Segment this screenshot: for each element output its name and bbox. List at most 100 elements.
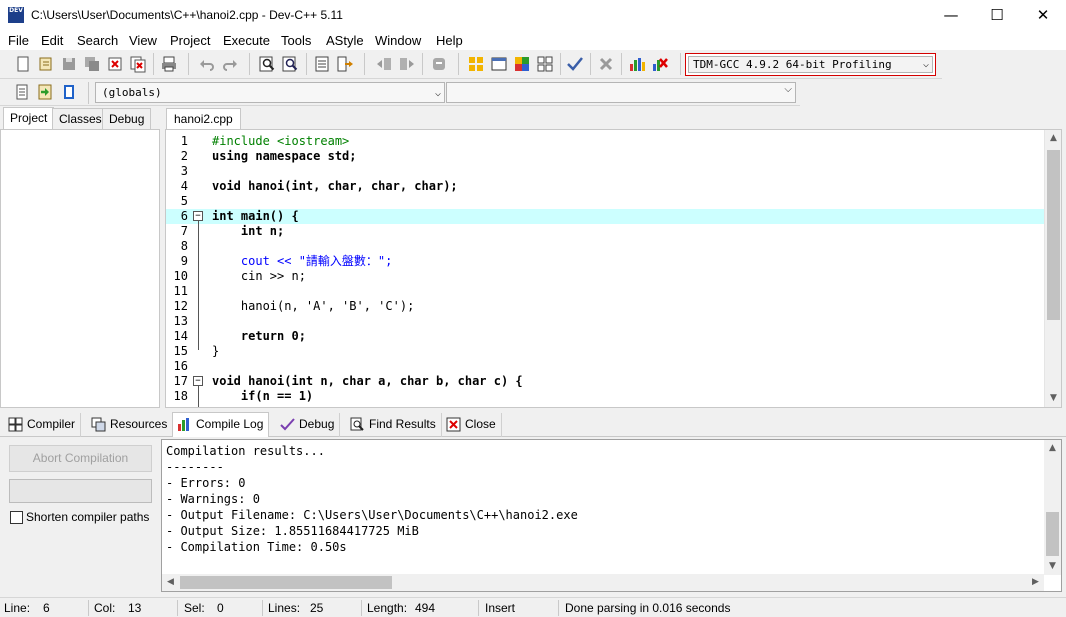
compile-log-output[interactable]: Compilation results... -------- - Errors… xyxy=(161,439,1062,592)
compile-icon[interactable] xyxy=(467,55,485,73)
menu-help[interactable]: Help xyxy=(436,33,463,48)
close-file-icon[interactable] xyxy=(106,55,124,73)
menu-project[interactable]: Project xyxy=(170,33,210,48)
scrollbar-thumb[interactable] xyxy=(1047,150,1060,320)
chevron-down-icon[interactable]: ⌵ xyxy=(784,84,792,95)
line-number: 1 xyxy=(180,134,188,148)
syntax-check-icon[interactable] xyxy=(566,55,584,73)
scope-select-value: (globals) xyxy=(102,86,162,99)
unindent-icon[interactable] xyxy=(398,55,416,73)
indent-icon[interactable] xyxy=(375,55,393,73)
current-code-line[interactable]: 6− int main() { xyxy=(166,209,1046,224)
save-icon[interactable] xyxy=(60,55,78,73)
devcpp-app-icon[interactable]: DEV xyxy=(8,7,24,23)
code-line[interactable]: 11 xyxy=(166,284,1046,299)
tab-classes[interactable]: Classes xyxy=(52,108,109,130)
tab-find-results[interactable]: Find Results xyxy=(346,413,442,437)
code-line[interactable]: 1 #include <iostream> xyxy=(166,134,1046,149)
goto-function-icon[interactable] xyxy=(336,55,354,73)
toolbar-separator xyxy=(590,53,591,75)
tab-compile-log[interactable]: Compile Log xyxy=(172,412,270,437)
goto-bookmark-icon[interactable] xyxy=(60,83,78,101)
toggle-bookmark-icon[interactable] xyxy=(36,83,54,101)
fold-toggle-icon[interactable]: − xyxy=(193,376,203,386)
shorten-compiler-paths-label[interactable]: Shorten compiler paths xyxy=(26,510,149,524)
code-line[interactable]: 13 xyxy=(166,314,1046,329)
close-all-icon[interactable] xyxy=(129,55,147,73)
code-line[interactable]: 14 return 0; xyxy=(166,329,1046,344)
stop-execution-icon[interactable] xyxy=(597,55,615,73)
tab-project[interactable]: Project xyxy=(3,107,55,130)
scroll-down-icon[interactable]: ▼ xyxy=(1045,390,1061,407)
menu-astyle[interactable]: AStyle xyxy=(326,33,364,48)
tab-hanoi2-cpp[interactable]: hanoi2.cpp xyxy=(166,108,241,130)
shorten-compiler-paths-checkbox[interactable] xyxy=(10,511,23,524)
scroll-left-icon[interactable]: ◀ xyxy=(162,574,179,591)
project-browser[interactable] xyxy=(0,129,160,408)
menu-view[interactable]: View xyxy=(129,33,157,48)
scroll-up-icon[interactable]: ▲ xyxy=(1044,440,1061,457)
chevron-down-icon[interactable]: ⌵ xyxy=(435,84,441,103)
code-line[interactable]: 9 cout << "請輸入盤數："; xyxy=(166,254,1046,269)
compiler-select[interactable]: TDM-GCC 4.9.2 64-bit Profiling ⌵ xyxy=(688,56,933,73)
menu-search[interactable]: Search xyxy=(77,33,118,48)
code-line[interactable]: 15} xyxy=(166,344,1046,359)
redo-icon[interactable] xyxy=(221,55,239,73)
code-line[interactable]: 8 xyxy=(166,239,1046,254)
tab-compiler[interactable]: Compiler xyxy=(4,413,82,437)
code-line[interactable]: 2 using namespace std; xyxy=(166,149,1046,164)
code-line[interactable]: 16 xyxy=(166,359,1046,374)
rebuild-all-icon[interactable] xyxy=(536,55,554,73)
scrollbar-thumb[interactable] xyxy=(180,576,392,589)
menu-window[interactable]: Window xyxy=(375,33,421,48)
toggle-comment-icon[interactable] xyxy=(430,55,448,73)
chevron-down-icon[interactable]: ⌵ xyxy=(923,57,929,72)
find-icon[interactable] xyxy=(258,55,276,73)
undo-icon[interactable] xyxy=(198,55,216,73)
menu-execute[interactable]: Execute xyxy=(223,33,270,48)
scrollbar-thumb[interactable] xyxy=(1046,512,1059,556)
code-line[interactable]: 5 xyxy=(166,194,1046,209)
open-file-icon[interactable] xyxy=(37,55,55,73)
editor-vertical-scrollbar[interactable]: ▲ ▼ xyxy=(1044,130,1061,407)
menu-file[interactable]: File xyxy=(8,33,29,48)
code-line[interactable]: 18 if(n == 1) xyxy=(166,389,1046,404)
debug-check-icon xyxy=(280,418,295,431)
save-all-icon[interactable] xyxy=(83,55,101,73)
function-select[interactable]: ⌵ xyxy=(446,82,796,103)
code-line[interactable]: 12 hanoi(n, 'A', 'B', 'C'); xyxy=(166,299,1046,314)
tab-close[interactable]: Close xyxy=(442,413,502,437)
minimize-button[interactable]: — xyxy=(928,0,974,30)
replace-icon[interactable] xyxy=(281,55,299,73)
abort-compilation-button[interactable]: Abort Compilation xyxy=(9,445,152,472)
scope-select[interactable]: (globals) ⌵ xyxy=(95,82,445,103)
toolbar-separator xyxy=(188,53,189,75)
close-window-button[interactable]: ✕ xyxy=(1020,0,1066,30)
new-file-icon[interactable] xyxy=(14,55,32,73)
fold-toggle-icon[interactable]: − xyxy=(193,211,203,221)
log-vertical-scrollbar[interactable]: ▲ ▼ xyxy=(1044,440,1061,575)
goto-line-icon[interactable] xyxy=(313,55,331,73)
code-line[interactable]: 4 void hanoi(int, char, char, char); xyxy=(166,179,1046,194)
log-horizontal-scrollbar[interactable]: ◀ ▶ xyxy=(162,574,1044,591)
compile-run-icon[interactable] xyxy=(513,55,531,73)
tab-debug[interactable]: Debug xyxy=(102,108,152,130)
code-line[interactable]: 7 int n; xyxy=(166,224,1046,239)
delete-profile-icon[interactable] xyxy=(651,55,669,73)
insert-code-icon[interactable] xyxy=(13,83,31,101)
profile-analysis-icon[interactable] xyxy=(628,55,646,73)
menu-edit[interactable]: Edit xyxy=(41,33,63,48)
tab-resources[interactable]: Resources xyxy=(87,413,174,437)
menu-tools[interactable]: Tools xyxy=(281,33,311,48)
scroll-right-icon[interactable]: ▶ xyxy=(1027,574,1044,591)
maximize-button[interactable]: ☐ xyxy=(974,0,1020,30)
scroll-down-icon[interactable]: ▼ xyxy=(1044,558,1061,575)
code-line[interactable]: 3 xyxy=(166,164,1046,179)
print-icon[interactable] xyxy=(160,55,178,73)
code-editor[interactable]: 1 #include <iostream> 2 using namespace st… xyxy=(165,129,1062,408)
code-line[interactable]: 17− void hanoi(int n, char a, char b, cha… xyxy=(166,374,1046,389)
scroll-up-icon[interactable]: ▲ xyxy=(1045,130,1061,147)
tab-debug-output[interactable]: Debug xyxy=(276,413,341,437)
code-line[interactable]: 10 cin >> n; xyxy=(166,269,1046,284)
run-icon[interactable] xyxy=(490,55,508,73)
